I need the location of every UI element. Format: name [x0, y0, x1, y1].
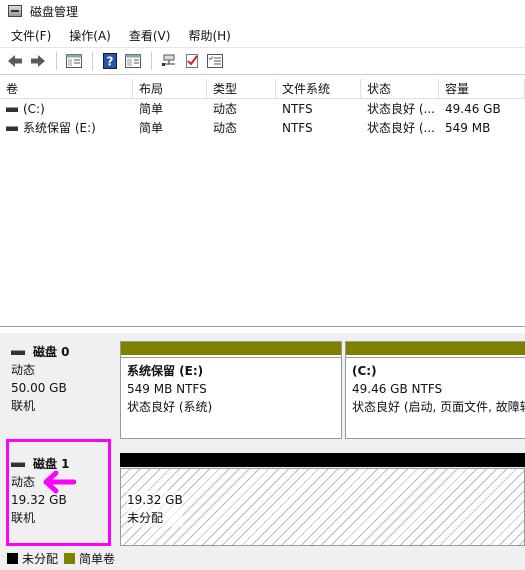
legend-swatch-simple-volume — [64, 552, 76, 564]
menu-file[interactable]: 文件(F) — [6, 27, 56, 44]
partition-name: 系统保留 (E:) — [127, 364, 204, 378]
partition-name: (C:) — [352, 364, 377, 378]
table-row[interactable]: (C:) 简单 动态 NTFS 状态良好 (... 49.46 GB — [0, 99, 525, 118]
volume-icon — [6, 126, 18, 131]
legend-label-unallocated: 未分配 — [22, 551, 59, 566]
volume-name: 系统保留 (E:) — [23, 121, 96, 135]
column-type[interactable]: 类型 — [207, 79, 276, 98]
legend: 未分配 简单卷 — [0, 546, 525, 570]
menu-action[interactable]: 操作(A) — [64, 27, 116, 44]
svg-text:?: ? — [107, 55, 114, 69]
simple-volume-bar — [346, 342, 525, 355]
partition-c[interactable]: (C:) 49.46 GB NTFS 状态良好 (启动, 页面文件, 故障转 — [345, 341, 525, 439]
disk-0-label[interactable]: 磁盘 0 动态 50.00 GB 联机 — [7, 333, 112, 438]
column-layout[interactable]: 布局 — [133, 79, 207, 98]
check-icon[interactable] — [181, 50, 203, 72]
unallocated-bar — [120, 453, 525, 467]
legend-swatch-unallocated — [7, 552, 18, 564]
partition-size: 549 MB NTFS — [127, 382, 207, 396]
volume-capacity: 549 MB — [445, 120, 491, 135]
annotation-arrow-icon — [43, 470, 76, 494]
settings-list-icon[interactable] — [204, 50, 226, 72]
volume-icon — [6, 106, 18, 112]
simple-volume-bar — [121, 342, 341, 355]
unallocated-label: 未分配 — [127, 511, 164, 525]
help-icon[interactable]: ? — [99, 50, 121, 72]
partition-size: 49.46 GB NTFS — [352, 382, 443, 396]
window-title: 磁盘管理 — [30, 4, 79, 19]
column-volume[interactable]: 卷 — [0, 79, 133, 98]
column-capacity[interactable]: 容量 — [439, 79, 525, 98]
volume-list-header: 卷 布局 类型 文件系统 状态 容量 — [0, 79, 525, 99]
volume-capacity: 49.46 GB — [445, 101, 501, 116]
volume-filesystem: NTFS — [282, 101, 313, 116]
title-bar: 磁盘管理 — [0, 0, 525, 22]
volume-status: 状态良好 (... — [367, 121, 435, 135]
unallocated-space[interactable]: 19.32 GB 未分配 — [120, 468, 525, 546]
toolbar-separator — [151, 52, 152, 70]
volume-type: 动态 — [213, 102, 238, 116]
properties-icon[interactable] — [122, 50, 144, 72]
unallocated-size: 19.32 GB — [127, 493, 183, 507]
disk-0-name: 磁盘 0 — [33, 345, 70, 359]
disk-management-icon — [8, 5, 22, 17]
disk-0-state: 联机 — [11, 399, 36, 413]
volume-layout: 简单 — [139, 102, 164, 116]
legend-label-simple-volume: 简单卷 — [79, 551, 116, 566]
volume-filesystem: NTFS — [282, 120, 313, 135]
toolbar: ? — [0, 47, 525, 75]
partition-status: 状态良好 (启动, 页面文件, 故障转 — [352, 400, 525, 414]
partition-status: 状态良好 (系统) — [127, 400, 213, 414]
toolbar-separator — [92, 52, 93, 70]
menu-help[interactable]: 帮助(H) — [183, 27, 235, 44]
connect-icon[interactable] — [158, 50, 180, 72]
column-filesystem[interactable]: 文件系统 — [276, 79, 361, 98]
partition-system-reserved[interactable]: 系统保留 (E:) 549 MB NTFS 状态良好 (系统) — [120, 341, 342, 439]
disk-icon — [11, 349, 25, 355]
table-row[interactable]: 系统保留 (E:) 简单 动态 NTFS 状态良好 (... 549 MB — [0, 118, 525, 137]
back-arrow-icon[interactable] — [4, 50, 26, 72]
forward-arrow-icon[interactable] — [27, 50, 49, 72]
volume-name: (C:) — [23, 101, 45, 116]
console-tree-icon[interactable] — [63, 50, 85, 72]
volume-layout: 简单 — [139, 121, 164, 135]
disk-0-size: 50.00 GB — [11, 381, 67, 395]
volume-status: 状态良好 (... — [367, 102, 435, 116]
column-status[interactable]: 状态 — [361, 79, 439, 98]
disk-0-type: 动态 — [11, 363, 36, 377]
menu-view[interactable]: 查看(V) — [124, 27, 176, 44]
volume-type: 动态 — [213, 121, 238, 135]
menu-bar: 文件(F) 操作(A) 查看(V) 帮助(H) — [0, 24, 525, 46]
toolbar-separator — [56, 52, 57, 70]
volume-list: 卷 布局 类型 文件系统 状态 容量 (C:) 简单 动态 NTFS 状态良好 … — [0, 79, 525, 327]
